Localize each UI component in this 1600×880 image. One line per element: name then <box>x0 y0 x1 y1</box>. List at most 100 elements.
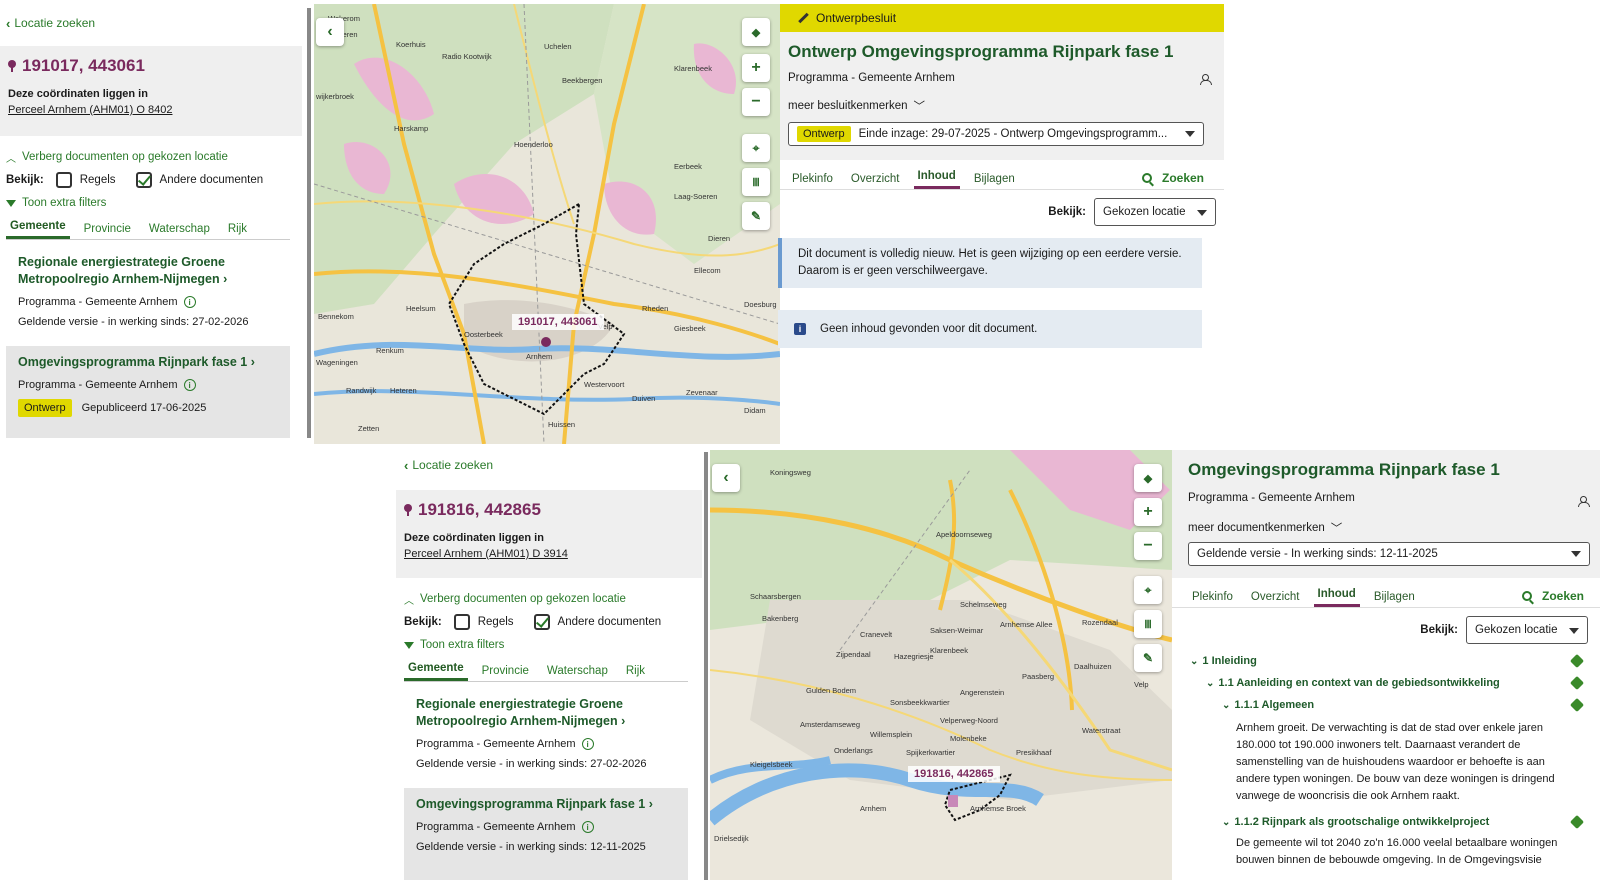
top-left-panel: ‹ Locatie zoeken 191017, 443061 Deze coö… <box>0 6 306 438</box>
tag-icon[interactable] <box>1569 814 1585 830</box>
locatie-zoeken-link[interactable]: ‹ Locatie zoeken <box>6 12 306 34</box>
search-button[interactable]: Zoeken <box>1141 171 1204 189</box>
regels-checkbox[interactable] <box>55 172 72 188</box>
bottom-map[interactable]: Koningsweg Schaarsbergen Bakenberg Crane… <box>710 450 1172 880</box>
map-label: Koningsweg <box>770 468 811 477</box>
toc-item[interactable]: ⌄ 1.1.2 Rijnpark als grootschalige ontwik… <box>1190 811 1588 833</box>
map-label: Wageningen <box>316 358 358 367</box>
coordinate-title: 191017, 443061 <box>8 56 294 76</box>
tab-rijk[interactable]: Rijk <box>622 665 649 681</box>
section-text: De gemeente wil tot 2040 zo'n 16.000 vee… <box>1236 837 1558 866</box>
share-location-icon[interactable] <box>1578 496 1590 507</box>
map-label: Beekbergen <box>562 76 603 85</box>
measure-button[interactable]: Ⅲ <box>1134 610 1162 638</box>
map-coordinate-tag: 191816, 442865 <box>908 766 1000 782</box>
map-label: Zevenaar <box>686 388 718 397</box>
zoom-in-button[interactable]: + <box>1134 498 1162 526</box>
collapse-panel-button[interactable]: ‹ <box>316 18 344 46</box>
meer-besluitkenmerken-toggle[interactable]: meer besluitkenmerken ﹀ <box>788 98 1216 114</box>
locatie-zoeken-link[interactable]: ‹ Locatie zoeken <box>404 454 702 476</box>
map-label: Onderlangs <box>834 746 873 755</box>
info-icon[interactable]: i <box>183 296 196 308</box>
crosshair-icon: ⌖ <box>752 140 760 155</box>
layers-icon: ◆ <box>751 26 761 39</box>
hide-documents-toggle[interactable]: ︿ Verberg documenten op gekozen locatie <box>6 146 306 168</box>
toc-item[interactable]: ⌄ 1.1.1 Algemeen <box>1190 694 1588 716</box>
document-card-selected[interactable]: Omgevingsprogramma Rijnpark fase 1 › Pro… <box>404 788 688 880</box>
hide-documents-toggle[interactable]: ︿ Verberg documenten op gekozen locatie <box>404 588 702 610</box>
location-pin-icon <box>404 504 412 516</box>
tab-rijk[interactable]: Rijk <box>224 223 251 239</box>
map-label: Hazegriesje <box>894 652 934 661</box>
info-icon[interactable]: i <box>581 738 594 750</box>
map-label: Ellecom <box>694 266 721 275</box>
map-label: Arnhem <box>526 352 553 361</box>
tab-inhoud[interactable]: Inhoud <box>1313 588 1360 607</box>
tab-bijlagen[interactable]: Bijlagen <box>1370 591 1419 607</box>
extra-filters-toggle[interactable]: Toon extra filters <box>404 634 702 656</box>
tab-gemeente[interactable]: Gemeente <box>404 662 468 681</box>
tab-plekinfo[interactable]: Plekinfo <box>1188 591 1237 607</box>
locate-button[interactable]: ⌖ <box>742 134 770 162</box>
tab-waterschap[interactable]: Waterschap <box>543 665 612 681</box>
draw-button[interactable]: ✎ <box>1134 644 1162 672</box>
scrollbar[interactable] <box>704 452 708 880</box>
document-card-selected[interactable]: Omgevingsprogramma Rijnpark fase 1 › Pro… <box>6 346 290 438</box>
meer-documentkenmerken-toggle[interactable]: meer documentkenmerken ﹀ <box>1188 520 1584 536</box>
tab-provincie[interactable]: Provincie <box>80 223 135 239</box>
ruler-icon: Ⅲ <box>752 176 760 189</box>
extra-filters-toggle[interactable]: Toon extra filters <box>6 192 306 214</box>
tab-gemeente[interactable]: Gemeente <box>6 220 70 239</box>
map-label: Daalhuizen <box>1074 662 1112 671</box>
tag-icon[interactable] <box>1569 653 1585 669</box>
tab-provincie[interactable]: Provincie <box>478 665 533 681</box>
chevron-down-icon: ⌄ <box>1222 816 1231 828</box>
document-status: Geldende versie - in werking sinds: 27-0… <box>416 758 647 770</box>
zoom-out-button[interactable]: − <box>1134 532 1162 560</box>
bekijk-select[interactable]: Gekozen locatie <box>1094 198 1216 226</box>
parcel-link[interactable]: Perceel Arnhem (AHM01) O 8402 <box>8 104 294 116</box>
map-label: Rozendaal <box>1082 618 1118 627</box>
andere-documenten-checkbox[interactable] <box>135 172 152 188</box>
document-subtitle: Programma - Gemeente Arnhem <box>788 72 955 84</box>
collapse-panel-button[interactable]: ‹ <box>712 464 740 492</box>
tag-icon[interactable] <box>1569 697 1585 713</box>
toc-item[interactable]: ⌄ 1.1 Aanleiding en context van de gebied… <box>1190 672 1588 694</box>
tag-icon[interactable] <box>1569 675 1585 691</box>
coordinate-box: 191816, 442865 Deze coördinaten liggen i… <box>396 490 702 578</box>
zoom-in-button[interactable]: + <box>742 54 770 82</box>
tab-plekinfo[interactable]: Plekinfo <box>788 173 837 189</box>
locate-button[interactable]: ⌖ <box>1134 576 1162 604</box>
measure-button[interactable]: Ⅲ <box>742 168 770 196</box>
parcel-link[interactable]: Perceel Arnhem (AHM01) D 3914 <box>404 548 694 560</box>
version-select[interactable]: Ontwerp Einde inzage: 29-07-2025 - Ontwe… <box>788 122 1204 146</box>
chevron-right-icon: › <box>648 797 653 811</box>
coords-sub: Deze coördinaten liggen in <box>404 532 544 544</box>
zoom-out-button[interactable]: − <box>742 88 770 116</box>
scrollbar[interactable] <box>307 8 311 438</box>
layers-button[interactable]: ◆ <box>742 18 770 46</box>
bekijk-select[interactable]: Gekozen locatie <box>1466 616 1588 644</box>
document-header: Omgevingsprogramma Rijnpark fase 1 Progr… <box>1172 450 1600 578</box>
tab-waterschap[interactable]: Waterschap <box>145 223 214 239</box>
andere-documenten-checkbox[interactable] <box>533 614 550 630</box>
search-button[interactable]: Zoeken <box>1521 589 1584 607</box>
version-select[interactable]: Geldende versie - In werking sinds: 12-1… <box>1188 542 1590 566</box>
toc-item[interactable]: ⌄ 1 Inleiding <box>1190 650 1588 672</box>
share-location-icon[interactable] <box>1200 74 1212 85</box>
tab-overzicht[interactable]: Overzicht <box>1247 591 1304 607</box>
layers-button[interactable]: ◆ <box>1134 464 1162 492</box>
regels-checkbox[interactable] <box>453 614 470 630</box>
document-card[interactable]: Regionale energiestrategie Groene Metrop… <box>6 246 290 336</box>
tab-overzicht[interactable]: Overzicht <box>847 173 904 189</box>
tab-inhoud[interactable]: Inhoud <box>913 170 960 189</box>
document-card[interactable]: Regionale energiestrategie Groene Metrop… <box>404 688 688 778</box>
tab-bijlagen[interactable]: Bijlagen <box>970 173 1019 189</box>
info-icon[interactable]: i <box>183 379 196 391</box>
document-tabs: Plekinfo Overzicht Inhoud Bijlagen <box>1188 588 1419 607</box>
top-map[interactable]: Koerhuis Radio Kootwijk Uchelen Beekberg… <box>314 4 780 444</box>
draw-button[interactable]: ✎ <box>742 202 770 230</box>
info-icon[interactable]: i <box>581 821 594 833</box>
no-content-notice: i Geen inhoud gevonden voor dit document… <box>778 310 1202 348</box>
search-icon <box>1141 173 1152 183</box>
